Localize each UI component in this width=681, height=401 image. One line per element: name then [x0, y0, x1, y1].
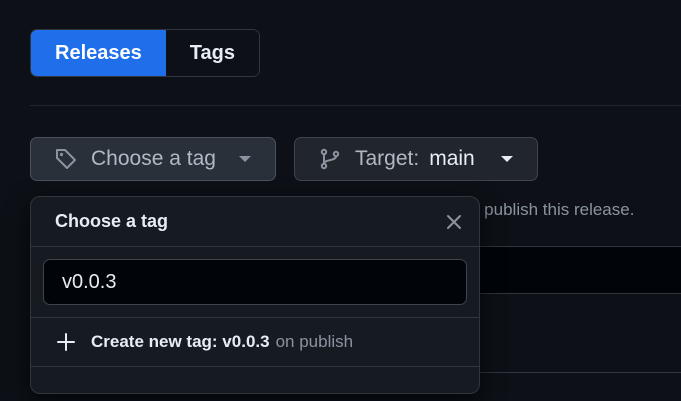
helper-text: u publish this release. — [470, 200, 635, 219]
tab-tags[interactable]: Tags — [165, 30, 259, 76]
release-editor: Releases Tags Choose a tag Target: main — [0, 0, 681, 401]
release-tabs: Releases Tags — [30, 29, 260, 77]
chevron-down-icon — [501, 156, 513, 162]
dropdown-title: Choose a tag — [55, 211, 169, 231]
target-branch-value: main — [429, 147, 475, 170]
form-divider — [470, 372, 681, 373]
create-new-tag-option[interactable]: Create new tag: v0.0.3 on publish — [31, 318, 479, 367]
create-new-tag-suffix: on publish — [275, 332, 354, 351]
tag-icon — [53, 146, 79, 172]
git-branch-icon — [317, 146, 343, 172]
target-branch-button[interactable]: Target: main — [294, 137, 538, 181]
tag-search-input[interactable] — [43, 259, 467, 305]
target-label: Target: — [355, 147, 420, 170]
create-new-tag-label: Create new tag: v0.0.3 — [91, 332, 270, 351]
chevron-down-icon — [239, 156, 251, 162]
dropdown-search — [31, 247, 479, 318]
section-divider — [30, 105, 681, 106]
release-title-input[interactable] — [470, 246, 681, 294]
plus-icon — [55, 331, 77, 353]
close-icon[interactable] — [443, 211, 465, 233]
choose-tag-dropdown: Choose a tag Create new tag: v0.0.3 on p… — [30, 196, 480, 394]
choose-tag-label: Choose a tag — [91, 147, 216, 170]
choose-tag-button[interactable]: Choose a tag — [30, 137, 276, 181]
dropdown-header: Choose a tag — [31, 197, 479, 247]
tab-releases[interactable]: Releases — [31, 30, 166, 76]
